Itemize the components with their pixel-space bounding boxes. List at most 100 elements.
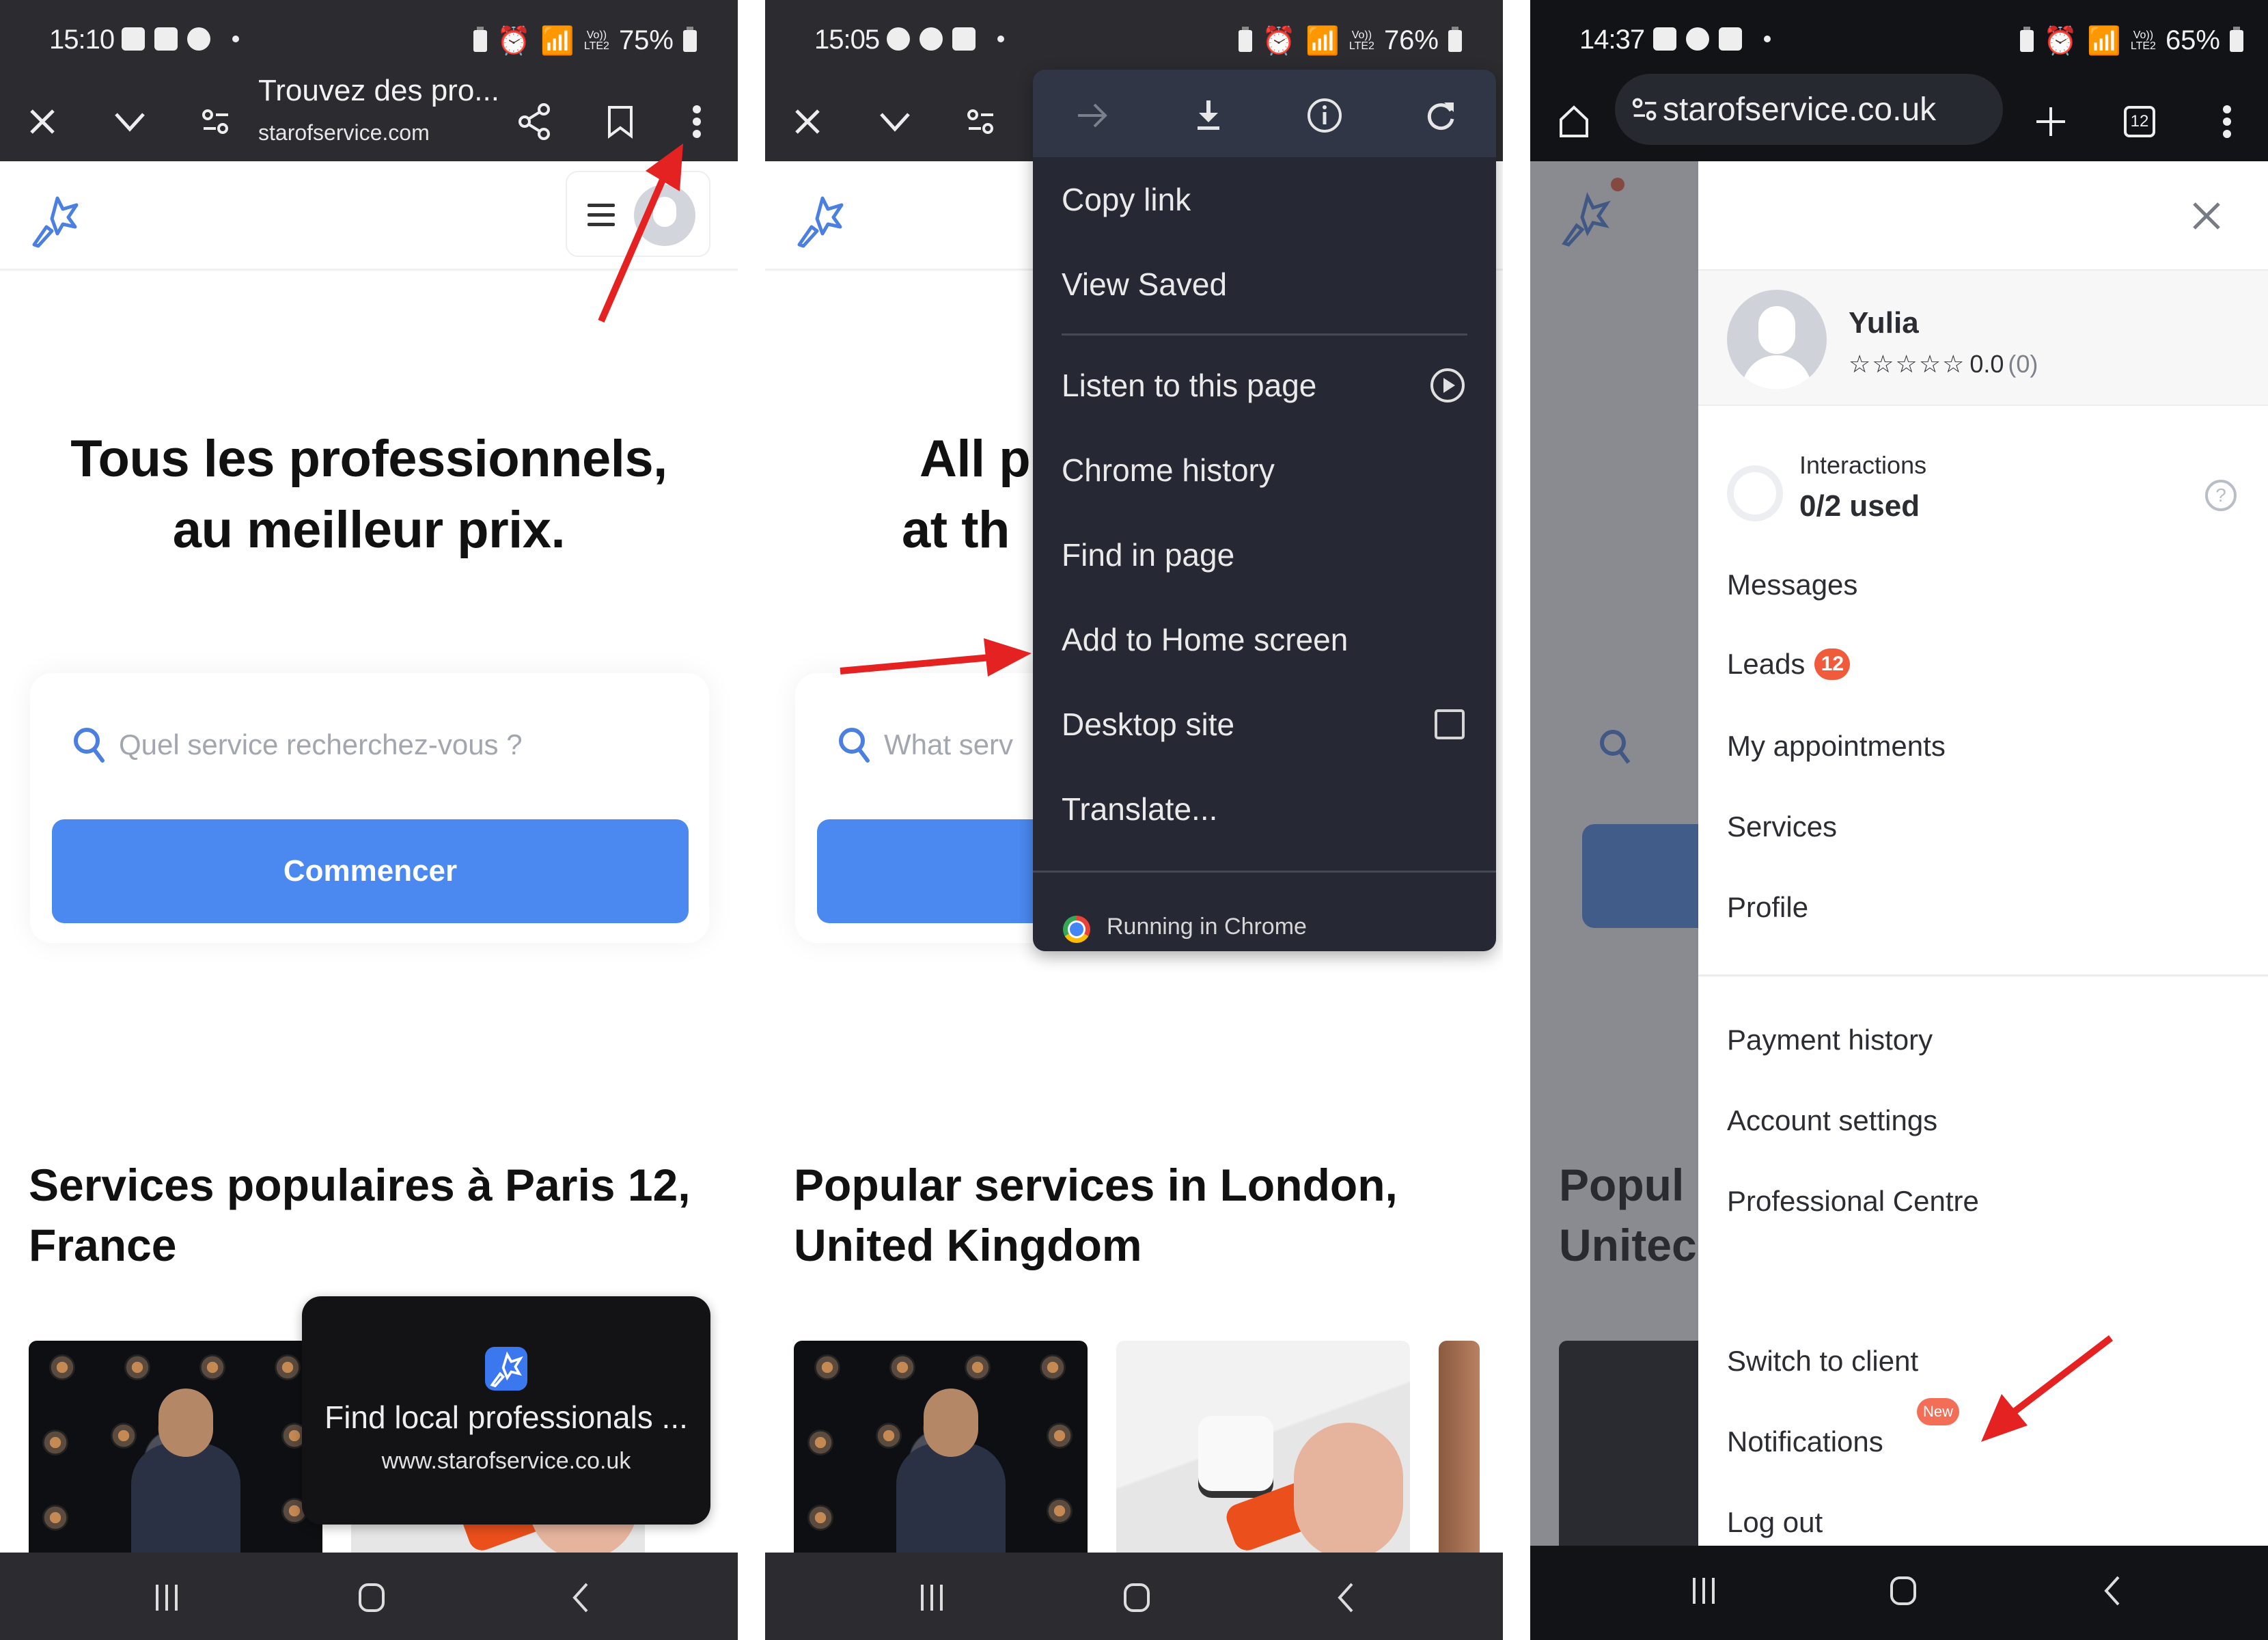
download-icon — [1198, 100, 1219, 130]
account-drawer: Yulia ☆☆☆☆☆ 0.0 (0) Interactions 0/2 use… — [1698, 161, 2268, 1546]
close-tab-button[interactable] — [783, 97, 832, 146]
site-header — [0, 163, 738, 271]
battery-icon — [2230, 26, 2243, 52]
account-menu-button[interactable] — [566, 171, 710, 257]
install-app-popup[interactable]: Find local professionals ... www.starofs… — [302, 1296, 710, 1525]
menu-item-find-in-page[interactable]: Find in page — [1033, 512, 1496, 597]
menu-divider — [1033, 871, 1496, 873]
hero-line-2: au meilleur prix. — [172, 501, 566, 559]
menu-item-label: Copy link — [1062, 182, 1191, 217]
drawer-item-services[interactable]: Services — [1727, 810, 1837, 843]
drawer-item-profile[interactable]: Profile — [1727, 891, 1808, 924]
forward-button[interactable] — [1068, 92, 1116, 139]
battery-icon — [683, 26, 697, 52]
interactions-usage: Interactions 0/2 used ? — [1698, 435, 2268, 530]
battery-icon — [1448, 26, 1462, 52]
close-tab-button[interactable] — [18, 97, 67, 146]
address-bar[interactable]: starofservice.co.uk — [1615, 74, 2003, 145]
download-button[interactable] — [1185, 92, 1232, 139]
service-card-dj-image[interactable] — [794, 1341, 1088, 1559]
refresh-button[interactable] — [1417, 92, 1465, 139]
menu-item-view-saved[interactable]: View Saved — [1033, 242, 1496, 327]
menu-item-chrome-history[interactable]: Chrome history — [1033, 428, 1496, 512]
site-settings-button[interactable] — [191, 97, 240, 146]
calendar-notification-icon — [154, 27, 178, 51]
more-options-button[interactable] — [2202, 97, 2252, 146]
service-search-input[interactable] — [119, 721, 679, 769]
running-in-chrome-footer: Running in Chrome — [1033, 902, 1496, 951]
review-count: (0) — [2008, 350, 2038, 378]
page-info-button[interactable] — [1301, 92, 1349, 139]
service-card-plumbing-image[interactable] — [1116, 1341, 1410, 1559]
close-icon — [30, 109, 55, 134]
page-title: Trouvez des pro... — [258, 74, 499, 107]
search-icon — [839, 728, 870, 763]
screenshot-panel-3: 14:37 ⏰ 📶 Vo)) LTE2 65% 12 starofservice… — [1530, 0, 2268, 1640]
tune-icon[interactable] — [1631, 96, 1659, 123]
search-card: Commencer — [30, 673, 709, 943]
close-drawer-button[interactable] — [2186, 195, 2227, 236]
back-icon — [2104, 1576, 2120, 1606]
menu-item-label: Listen to this page — [1062, 368, 1317, 403]
drawer-item-professional-centre[interactable]: Professional Centre — [1727, 1185, 1979, 1218]
menu-item-translate[interactable]: Translate... — [1033, 767, 1496, 851]
more-options-button[interactable] — [672, 97, 721, 146]
new-tab-button[interactable] — [2026, 97, 2075, 146]
home-button[interactable] — [351, 1581, 392, 1614]
gallery-notification-icon — [122, 27, 145, 51]
drawer-scrim[interactable] — [1530, 161, 1698, 1546]
app-icon — [485, 1347, 527, 1391]
recents-button[interactable] — [911, 1581, 952, 1614]
new-badge: New — [1917, 1398, 1959, 1425]
drawer-item-messages[interactable]: Messages — [1727, 569, 1857, 601]
back-button[interactable] — [2092, 1574, 2133, 1607]
drawer-item-notifications[interactable]: Notifications New — [1727, 1398, 1959, 1458]
home-button[interactable] — [1883, 1574, 1924, 1607]
start-button[interactable]: Commencer — [52, 819, 689, 923]
leads-count-badge: 12 — [1814, 648, 1851, 680]
recents-button[interactable] — [146, 1581, 187, 1614]
wifi-icon: 📶 — [1305, 26, 1340, 56]
drawer-item-payment-history[interactable]: Payment history — [1727, 1024, 1933, 1056]
back-button[interactable] — [560, 1581, 601, 1614]
starofservice-logo-icon[interactable] — [792, 191, 850, 249]
alarm-icon: ⏰ — [2043, 26, 2078, 56]
home-icon — [1560, 105, 1588, 137]
drawer-divider — [1698, 974, 2268, 976]
help-icon[interactable]: ? — [2205, 480, 2237, 511]
home-button[interactable] — [1116, 1581, 1157, 1614]
calendar-notification-icon — [952, 27, 976, 51]
menu-item-desktop-site[interactable]: Desktop site — [1033, 682, 1496, 767]
menu-item-label: Find in page — [1062, 537, 1235, 573]
recents-button[interactable] — [1683, 1574, 1724, 1607]
menu-item-listen-to-page[interactable]: Listen to this page — [1033, 343, 1496, 428]
starofservice-logo-icon[interactable] — [27, 191, 85, 249]
desktop-site-checkbox[interactable] — [1433, 708, 1466, 741]
battery-saver-icon — [2020, 26, 2034, 52]
drawer-item-label: Switch to client — [1727, 1345, 1919, 1377]
drawer-item-account-settings[interactable]: Account settings — [1727, 1104, 1937, 1137]
service-card-dj-image[interactable] — [29, 1341, 322, 1559]
drawer-item-my-appointments[interactable]: My appointments — [1727, 730, 1946, 763]
site-settings-button[interactable] — [956, 97, 1006, 146]
profile-summary[interactable]: Yulia ☆☆☆☆☆ 0.0 (0) — [1698, 269, 2268, 406]
bookmark-button[interactable] — [596, 97, 645, 146]
screenshot-panel-2: 15:05 ⏰ 📶 Vo)) LTE2 76% All p at th What… — [765, 0, 1503, 1640]
menu-item-add-to-home-screen[interactable]: Add to Home screen — [1033, 597, 1496, 682]
menu-divider — [1062, 333, 1467, 336]
minimize-tab-button[interactable] — [870, 97, 919, 146]
drawer-item-leads[interactable]: Leads 12 — [1727, 648, 1851, 681]
hero-heading: Tous les professionnels, au meilleur pri… — [0, 424, 738, 566]
back-button[interactable] — [1325, 1581, 1366, 1614]
service-card-partial-image[interactable] — [1439, 1341, 1480, 1559]
menu-item-copy-link[interactable]: Copy link — [1033, 157, 1496, 242]
drawer-item-log-out[interactable]: Log out — [1727, 1506, 1823, 1539]
home-button[interactable] — [1549, 97, 1599, 146]
share-button[interactable] — [510, 97, 559, 146]
tab-switcher-button[interactable]: 12 — [2115, 97, 2164, 146]
drawer-item-switch-to-client[interactable]: Switch to client — [1727, 1345, 1918, 1378]
minimize-tab-button[interactable] — [105, 97, 154, 146]
battery-saver-icon — [473, 26, 488, 52]
home-nav-icon — [1124, 1583, 1150, 1612]
service-cards-row — [794, 1341, 1480, 1559]
